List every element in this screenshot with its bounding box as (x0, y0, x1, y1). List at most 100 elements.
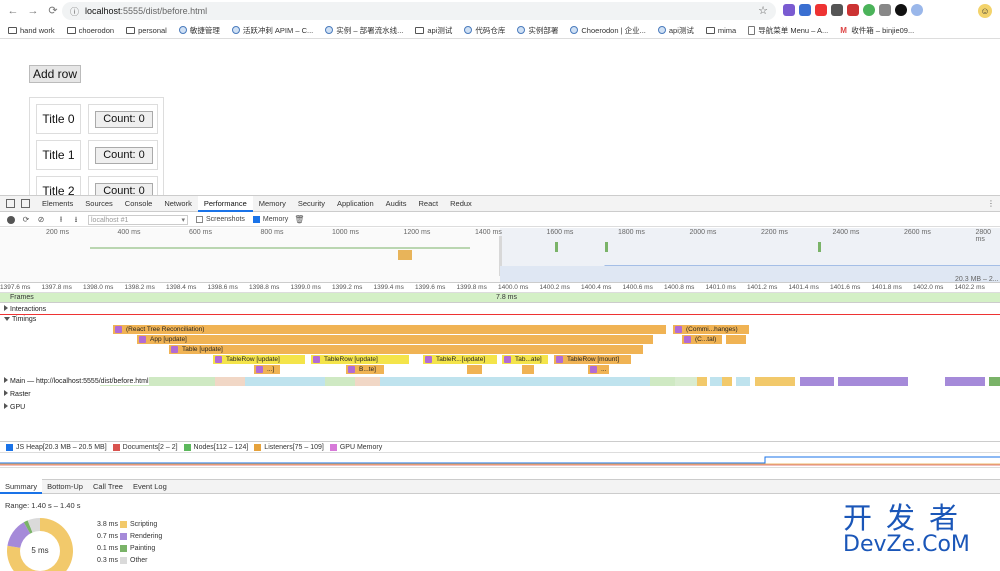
timing-tablerow-update[interactable]: TableRow [update] (213, 355, 305, 364)
shield-icon[interactable] (879, 4, 891, 16)
main-thread-segment[interactable] (675, 377, 697, 386)
extension-icon[interactable] (783, 4, 795, 16)
documents-counter[interactable]: Documents[2 – 2] (112, 443, 178, 451)
tab-summary[interactable]: Summary (0, 479, 43, 494)
main-thread-segment[interactable] (722, 377, 732, 386)
screenshots-checkbox[interactable] (196, 216, 203, 223)
js-heap-counter[interactable]: JS Heap[20.3 MB – 20.5 MB] (6, 443, 107, 451)
bookmark-item[interactable]: 活跃冲刺 APIM – C... (231, 25, 313, 36)
main-thread-segment[interactable] (838, 377, 908, 386)
main-thread-segment[interactable] (989, 377, 1000, 386)
timing-tablerow-update[interactable]: Tab...ate] (502, 355, 548, 364)
count-button[interactable]: Count: 0 (95, 111, 153, 128)
more-options-icon[interactable]: ⋮ (987, 199, 995, 208)
main-thread-segment[interactable] (325, 377, 355, 386)
main-thread-segment[interactable] (736, 377, 750, 386)
reload-icon[interactable]: ⟳ (46, 4, 60, 18)
inspect-icon[interactable] (6, 199, 15, 208)
tab-sources[interactable]: Sources (79, 196, 119, 212)
clear-icon[interactable]: ⊘ (37, 215, 45, 224)
bookmark-item[interactable]: 实例 – 部署流水线... (325, 25, 403, 36)
timing-commit-tail[interactable] (726, 335, 746, 344)
interactions-track[interactable]: Interactions (4, 305, 46, 313)
main-thread-segment[interactable] (800, 377, 834, 386)
main-thread-segment[interactable] (755, 377, 795, 386)
tab-event-log[interactable]: Event Log (128, 479, 172, 494)
main-thread-segment[interactable] (650, 377, 675, 386)
bookmark-item[interactable]: 实例部署 (517, 25, 558, 36)
tab-bottom-up[interactable]: Bottom-Up (42, 479, 88, 494)
bookmark-item[interactable]: choerodon (66, 26, 114, 35)
main-thread-segment[interactable] (380, 377, 650, 386)
extension-icon[interactable] (863, 4, 875, 16)
memory-checkbox[interactable] (252, 216, 260, 223)
extension-icon[interactable] (847, 4, 859, 16)
bookmark-item[interactable]: M 收件箱 – binjie09... (840, 25, 914, 36)
timing-react-reconciliation[interactable]: (React Tree Reconciliation) (113, 325, 666, 334)
address-bar[interactable]: ⓘ localhost:5555/dist/before.html ☆ (62, 2, 776, 20)
reload-record-icon[interactable]: ⟳ (22, 215, 30, 224)
timing-child[interactable]: B...te] (346, 365, 384, 374)
timing-tablerow-mount[interactable]: TableRow [mount] (554, 355, 631, 364)
tab-memory[interactable]: Memory (253, 196, 292, 212)
timing-commit[interactable]: (Commi...hanges) (673, 325, 749, 334)
raster-track[interactable]: Raster (4, 390, 31, 398)
timing-app-update[interactable]: App [update] (137, 335, 653, 344)
timing-child[interactable] (467, 365, 482, 374)
add-row-button[interactable]: Add row (29, 65, 81, 83)
back-icon[interactable]: ← (6, 4, 20, 18)
tab-call-tree[interactable]: Call Tree (88, 479, 128, 494)
nodes-counter[interactable]: Nodes[112 – 124] (183, 443, 248, 451)
tab-network[interactable]: Network (158, 196, 198, 212)
count-button[interactable]: Count: 0 (95, 147, 153, 164)
main-thread-track[interactable]: Main — http://localhost:5555/dist/before… (4, 377, 149, 385)
timing-table-update[interactable]: Table [update] (169, 345, 643, 354)
gpu-track[interactable]: GPU (4, 403, 25, 411)
upload-icon[interactable]: ⭱ (57, 215, 65, 224)
main-thread-segment[interactable] (710, 377, 722, 386)
bookmark-item[interactable]: api测试 (657, 25, 694, 36)
forward-icon[interactable]: → (26, 4, 40, 18)
tab-redux[interactable]: Redux (444, 196, 478, 212)
timeline-overview[interactable]: 20.3 MB – 2... 200 ms 400 ms 600 ms 800 ms 1… (0, 228, 1000, 283)
listeners-counter[interactable]: Listeners[75 – 109] (254, 443, 324, 451)
tab-application[interactable]: Application (331, 196, 380, 212)
tab-security[interactable]: Security (292, 196, 331, 212)
tab-console[interactable]: Console (119, 196, 159, 212)
tab-performance[interactable]: Performance (197, 195, 253, 212)
bookmark-item[interactable]: personal (126, 26, 167, 35)
bookmark-item[interactable]: Choerodon | 企业... (570, 25, 646, 36)
bookmark-item[interactable]: 导航菜单 Menu – A... (748, 25, 828, 36)
main-thread-segment[interactable] (245, 377, 325, 386)
bookmark-item[interactable]: api测试 (415, 25, 452, 36)
frames-track[interactable]: Frames 7.8 ms (0, 293, 1000, 303)
main-thread-segment[interactable] (945, 377, 985, 386)
timings-track[interactable]: Timings (4, 316, 36, 323)
profile-avatar-icon[interactable]: ☺ (978, 4, 992, 18)
tab-react[interactable]: React (413, 196, 445, 212)
download-icon[interactable]: ⭳ (72, 215, 80, 224)
timing-tablerow-update[interactable]: TableR...[update] (423, 355, 497, 364)
timing-child[interactable]: ... (588, 365, 609, 374)
circle-icon[interactable] (895, 4, 907, 16)
tab-elements[interactable]: Elements (36, 196, 79, 212)
timing-child[interactable]: ...] (254, 365, 280, 374)
gpu-memory-counter[interactable]: GPU Memory (329, 443, 382, 451)
youtube-icon[interactable] (815, 4, 827, 16)
profile-select[interactable]: localhost #1 (88, 214, 188, 225)
bookmark-star-icon[interactable]: ☆ (758, 4, 768, 17)
timing-child[interactable] (522, 365, 534, 374)
record-icon[interactable] (7, 215, 15, 224)
site-info-icon[interactable]: ⓘ (70, 5, 79, 18)
main-thread-segment[interactable] (355, 377, 380, 386)
main-thread-segment[interactable] (697, 377, 707, 386)
device-toggle-icon[interactable] (21, 199, 30, 208)
timing-commit-sub[interactable]: (C...tal) (682, 335, 722, 344)
bookmark-item[interactable]: hand work (8, 26, 55, 35)
bookmark-item[interactable]: 代码仓库 (464, 25, 505, 36)
bookmark-item[interactable]: 敏捷管理 (178, 25, 220, 36)
trash-icon[interactable]: 🗑 (294, 215, 304, 224)
extension-icon[interactable] (831, 4, 843, 16)
bookmark-item[interactable]: mima (705, 26, 736, 35)
extension-icon[interactable] (799, 4, 811, 16)
